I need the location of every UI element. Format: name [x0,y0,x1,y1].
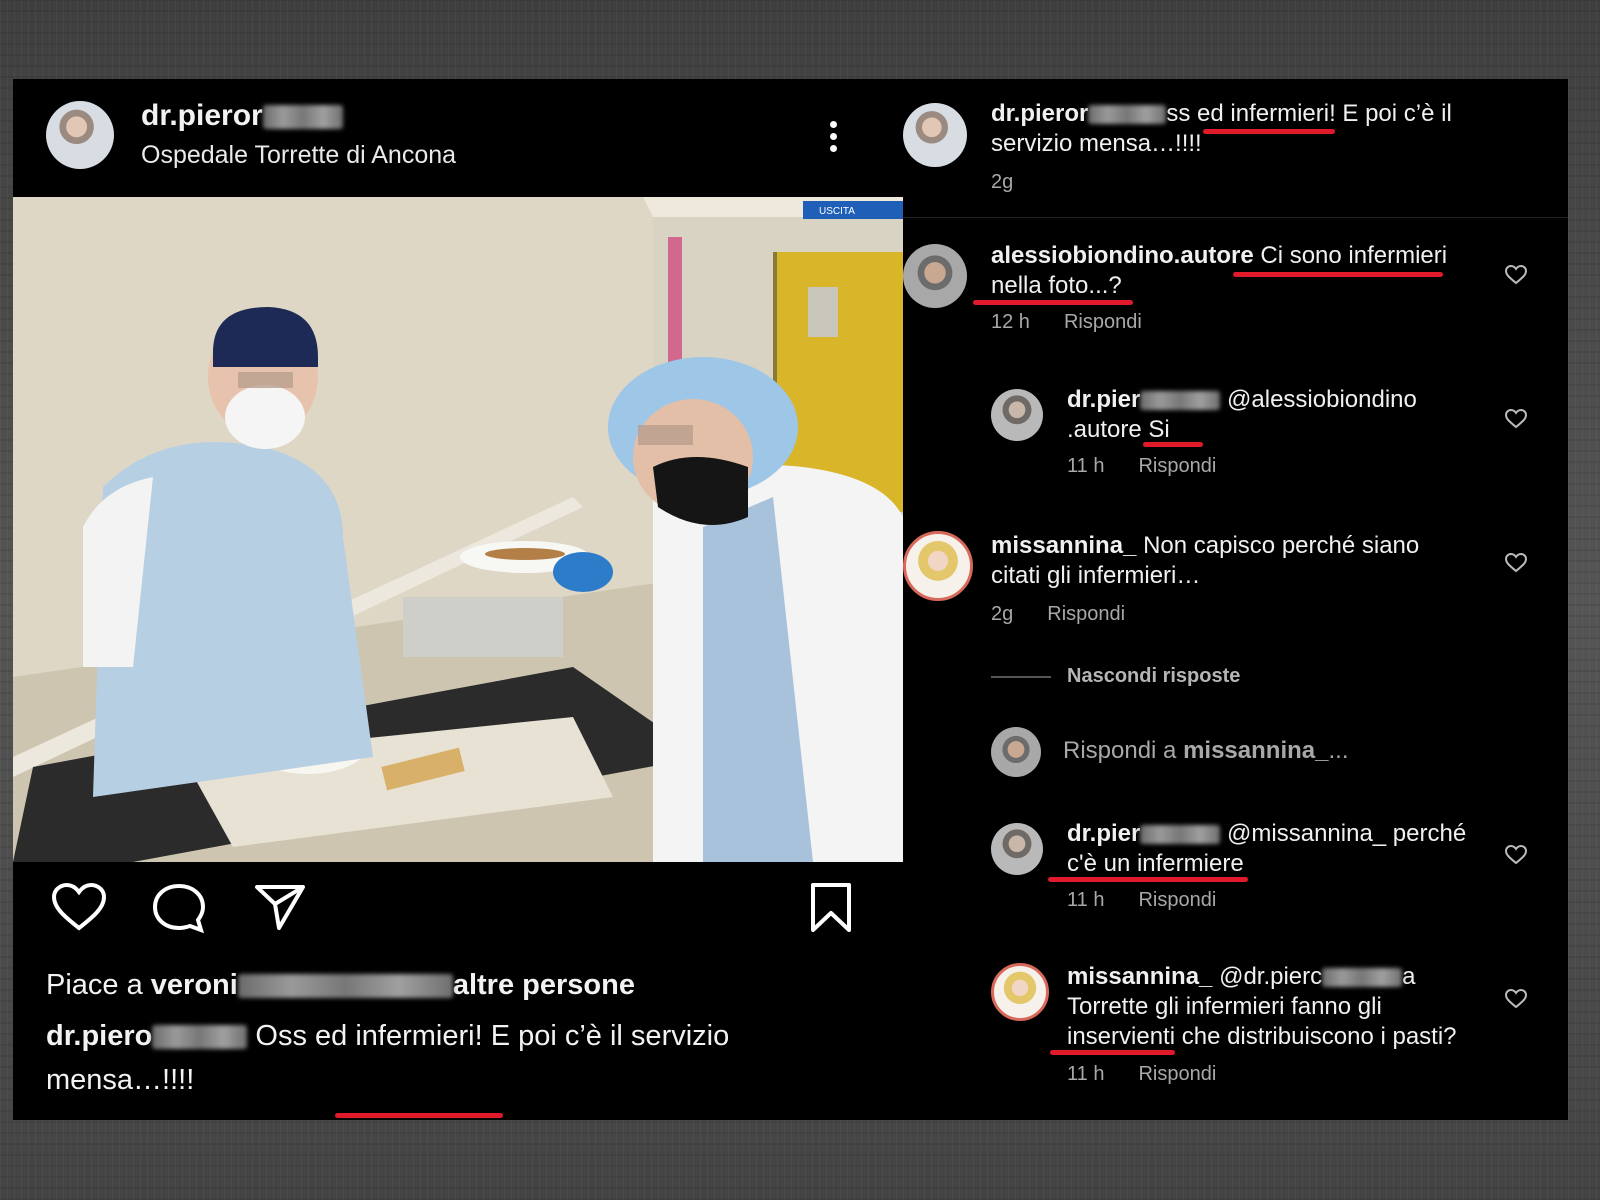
comment-meta: 12 h Rispondi [991,311,1176,334]
reply-input[interactable]: Rispondi a missannina_... [1063,737,1349,765]
comments-panel: dr.pieror ss ed infermieri! E poi c’è il … [903,79,1568,1120]
comment-body: dr.pier @missannina_ perché c'è un infer… [1067,819,1487,879]
reply-button[interactable]: Rispondi [1138,455,1216,477]
commenter-avatar[interactable] [903,103,967,167]
hide-replies-line [991,676,1051,678]
post-photo[interactable]: USCITA [13,197,903,862]
comment-username[interactable]: alessiobiondino.autore [991,242,1254,269]
post-caption: dr.piero Oss ed infermieri! E poi c’è il… [46,1014,846,1102]
heart-small-icon[interactable] [1505,265,1527,285]
comment-username[interactable]: dr.pier [1067,820,1140,847]
heart-small-icon[interactable] [1505,845,1527,865]
reply-avatar [991,727,1041,777]
caption-username[interactable]: dr.piero [46,1020,152,1052]
heart-small-icon[interactable] [1505,989,1527,1009]
likes-suffix: altre persone [452,969,635,1001]
comment-time: 11 h [1067,455,1105,477]
more-options-icon[interactable] [821,116,845,160]
share-icon[interactable] [253,882,307,932]
reply-input-suffix: ... [1328,737,1349,764]
reply-button[interactable]: Rispondi [1047,603,1125,625]
reply-input-prefix: Rispondi a [1063,737,1184,764]
highlight-underline [973,300,1133,305]
redacted-blur [1140,390,1221,411]
comment-icon[interactable] [151,882,207,934]
comment-username[interactable]: missannina_ [991,532,1136,559]
heart-icon[interactable] [51,882,107,932]
redacted-blur [262,104,343,130]
reply-input-user: missannina_ [1183,737,1329,764]
commenter-avatar[interactable] [903,244,967,308]
redacted-blur [1322,967,1403,988]
redacted-blur [237,974,453,999]
photo-illustration: USCITA [13,197,903,862]
commenter-avatar[interactable] [991,389,1043,441]
divider [903,217,1568,218]
author-username-text[interactable]: dr.pieror [141,99,263,132]
author-avatar[interactable] [46,101,114,169]
bookmark-icon[interactable] [809,882,853,934]
highlight-underline [1048,877,1248,882]
likes-prefix: Piace a [46,969,151,1001]
highlight-underline [1143,442,1203,447]
comment-meta: 11 h Rispondi [1067,889,1250,912]
post-column: dr.pieror Ospedale Torrette di Ancona US… [13,79,903,1120]
post-actions-bar [13,862,903,952]
highlight-underline [335,1113,503,1118]
comment-meta: 2g [991,171,1047,194]
comment-body: missannina_ Non capisco perché siano cit… [991,531,1461,591]
comment-time: 2g [991,603,1014,625]
exit-sign-text: USCITA [819,206,855,217]
redacted-blur [1140,824,1221,845]
comment-time: 11 h [1067,1063,1105,1085]
comment-body: alessiobiondino.autore Ci sono infermier… [991,241,1471,301]
highlight-underline [1050,1050,1175,1055]
likes-user[interactable]: veroni [151,969,238,1001]
reply-button[interactable]: Rispondi [1064,311,1142,333]
redacted-blur [1088,104,1167,125]
comment-body: dr.pier @alessiobiondino .autore Si [1067,385,1487,445]
comment-mention[interactable]: @dr.pierc [1219,963,1322,990]
comment-username[interactable]: dr.pier [1067,386,1140,413]
commenter-avatar[interactable] [991,823,1043,875]
comment-time: 12 h [991,311,1030,333]
comment-body: missannina_ @dr.pierc a Torrette gli infe… [1067,962,1487,1052]
comment-time: 11 h [1067,889,1105,911]
reply-button[interactable]: Rispondi [1138,1063,1216,1085]
post-header: dr.pieror Ospedale Torrette di Ancona [13,79,903,197]
heart-small-icon[interactable] [1505,553,1527,573]
comment-meta: 11 h Rispondi [1067,1063,1250,1086]
heart-small-icon[interactable] [1505,409,1527,429]
instagram-post-card: dr.pieror Ospedale Torrette di Ancona US… [13,79,1568,1120]
reply-button[interactable]: Rispondi [1138,889,1216,911]
comment-username[interactable]: dr.pieror [991,100,1088,127]
highlight-underline [1233,272,1443,277]
author-username[interactable]: dr.pieror [141,99,343,133]
highlight-underline [1203,129,1335,134]
likes-summary[interactable]: Piace a veroni altre persone [46,969,635,1002]
commenter-avatar[interactable] [903,531,973,601]
commenter-avatar[interactable] [991,963,1049,1021]
comment-time: 2g [991,171,1014,193]
comment-meta: 2g Rispondi [991,603,1159,626]
redacted-blur [152,1025,248,1050]
comment-meta: 11 h Rispondi [1067,455,1250,478]
comment-username[interactable]: missannina_ [1067,963,1212,990]
post-location[interactable]: Ospedale Torrette di Ancona [141,141,456,170]
hide-replies-button[interactable]: Nascondi risposte [1067,665,1240,688]
